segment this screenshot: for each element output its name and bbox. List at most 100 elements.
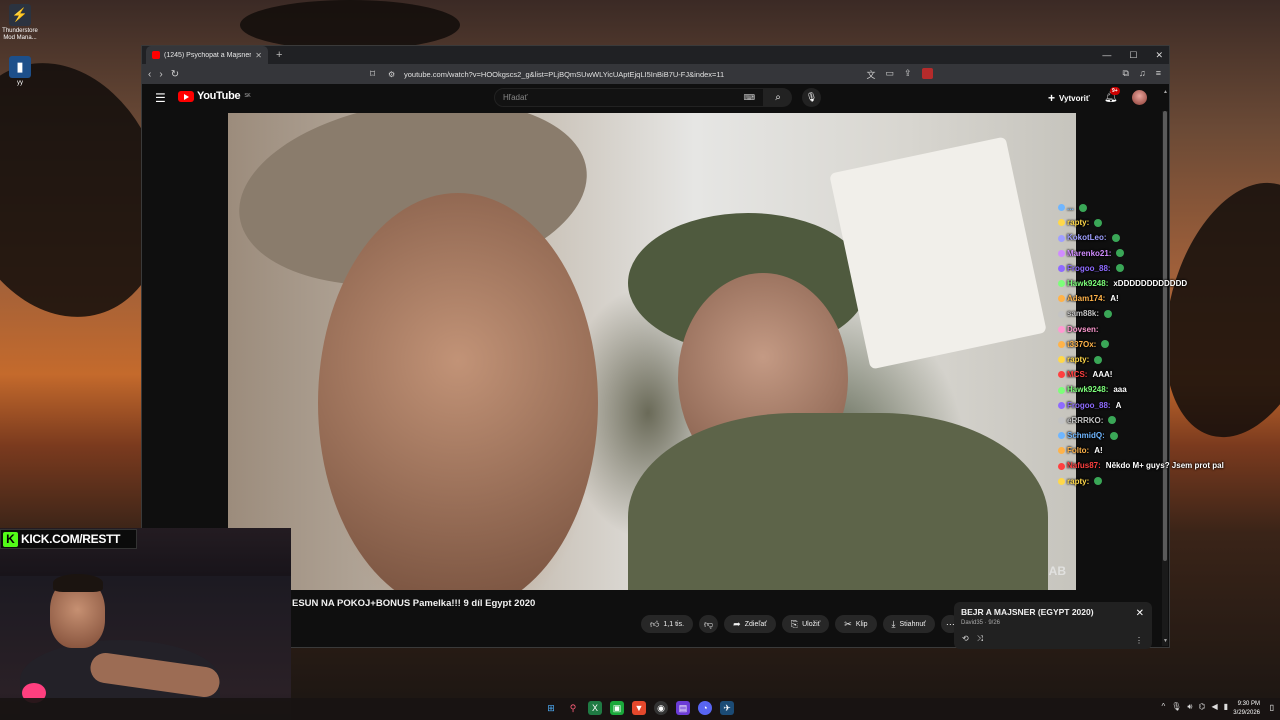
chat-username: SchmidQ: [1067,431,1105,441]
streamer-hair [53,574,103,592]
tab-youtube[interactable]: (1245) Psychopat a Majsner v... ✕ [146,46,268,64]
save-button[interactable]: ⎘ Uložiť [781,615,830,633]
loop-icon[interactable]: ⟲ [962,634,969,644]
chat-message: eRRRKO: [1058,413,1278,428]
avatar[interactable] [1132,90,1147,105]
minimize-icon[interactable]: — [1102,50,1111,60]
like-button[interactable]: 👍︎ 1,1 tis. [641,615,694,633]
chat-username: Frogoo_88: [1067,400,1111,410]
forward-icon[interactable]: › [159,69,162,80]
create-button[interactable]: + Vytvoriť [1048,91,1090,105]
new-tab-button[interactable]: + [276,49,282,61]
scroll-up-icon[interactable]: ▲ [1163,89,1168,95]
shuffle-icon[interactable]: ⤨ [977,634,983,644]
keyboard-icon[interactable]: ⌨ [743,93,755,102]
chevron-up-icon[interactable]: ^ [1161,702,1165,712]
taskbar-apps: ⊞ ⚲ X ▣ ▼ ◉ ▤ ◔ ✈ [544,701,734,715]
chat-message: Frogoo_88: [1058,261,1278,276]
translate-icon[interactable]: 文 [866,68,875,81]
chat-badge-icon [1058,310,1065,318]
playlist-controls: ⟲ ⤨ [962,634,983,644]
chat-badge-icon [1058,371,1065,379]
obs-icon[interactable]: ◉ [654,701,668,715]
extensions-icon[interactable]: ⧉ [1123,68,1129,81]
excel-icon[interactable]: X [588,701,602,715]
chat-emote-icon [1101,340,1110,349]
chat-emote-icon [1115,264,1124,273]
notifications-button[interactable]: 🔔︎ 9+ [1104,87,1120,103]
search-input[interactable]: Hľadať ⌨ [494,88,764,107]
download-button[interactable]: ⤓ Stiahnuť [882,615,935,633]
chat-username: Folto: [1067,446,1090,456]
site-info-icon[interactable]: ⚙ [388,70,395,79]
chat-badge-icon [1058,325,1065,333]
browser-menu-icon[interactable]: ≡ [1156,68,1161,81]
chat-badge-icon [1058,477,1065,485]
video-player[interactable]: AB [228,113,1076,590]
window-controls: — ☐ ✕ [1102,46,1163,64]
reload-icon[interactable]: ↻ [171,69,179,80]
scroll-down-icon[interactable]: ▼ [1163,638,1168,644]
app-purple-icon[interactable]: ▤ [676,701,690,715]
playlist-panel[interactable]: BEJR A MAJSNER (EGYPT 2020) David35 · 9/… [954,602,1152,649]
speaker-icon[interactable]: 🔊︎ [1187,702,1192,712]
create-label: Vytvoriť [1059,93,1090,103]
bookmark-save-icon: ⎘ [790,618,799,629]
stream-chat-overlay: ... rapty: KokotLeo: Marenko21: Frogoo_88: Ha… [1058,200,1278,489]
chat-text: Někdo M+ guys? Jsem prot pal [1105,461,1224,471]
search-button[interactable]: ⌕ [764,88,792,107]
close-icon[interactable]: ✕ [1136,608,1144,619]
volume-icon[interactable]: ◀ [1211,702,1217,712]
desktop-icon-thunderstore[interactable]: ⚡ Thunderstore Mod Mana... [0,4,40,42]
share-page-icon[interactable]: ⇪ [904,68,912,81]
chat-username: Frogoo_88: [1067,263,1111,273]
pin-icon[interactable]: ⚲ [566,701,580,715]
back-icon[interactable]: ‹ [148,69,151,80]
chat-message: Hawk9248: aaa [1058,382,1278,397]
clock[interactable]: 9:30 PM 3/29/2026 [1233,700,1260,718]
url-field[interactable]: youtube.com/watch?v=HOOkgscs2_g&list=PLj… [404,70,724,79]
greenscreen-app-icon[interactable]: ▣ [610,701,624,715]
close-tab-icon[interactable]: ✕ [255,51,262,60]
media-icon[interactable]: ♫ [1139,68,1146,81]
palm-silhouette [240,0,460,50]
battery-icon[interactable]: ▮ [1224,702,1228,712]
download-icon: ⤓ [891,618,896,629]
download-label: Stiahnuť [899,620,926,628]
youtube-play-icon [178,90,194,102]
video-frame-figure [318,193,598,590]
clip-button[interactable]: ✂ Klip [835,615,877,633]
plus-icon: + [1048,91,1056,105]
desktop-icon-app[interactable]: ▮ yy [0,56,40,87]
dislike-button[interactable]: 👎︎ [699,615,719,633]
bookmark-icon[interactable]: ⌑ [370,69,375,80]
brave-icon[interactable]: ▼ [632,701,646,715]
chat-username: sam88k: [1067,309,1100,319]
chat-badge-icon [1058,462,1065,470]
chat-username: t337Ox: [1067,339,1097,349]
steam-icon[interactable]: ✈ [720,701,734,715]
chat-message: Nafus87: Někdo M+ guys? Jsem prot pal [1058,458,1278,473]
browser-window: (1245) Psychopat a Majsner v... ✕ + — ☐ … [141,45,1170,649]
chat-emote-icon [1111,234,1120,242]
youtube-logo[interactable]: YouTube SK [178,90,251,102]
notification-center-icon[interactable]: ▯ [1270,703,1274,712]
network-icon[interactable]: ⌬ [1198,702,1205,712]
mic-tray-icon[interactable]: 🎙︎ [1171,702,1181,712]
close-window-icon[interactable]: ✕ [1155,50,1163,61]
reader-icon[interactable]: ▭ [885,68,894,81]
chat-username: Hawk9248: [1067,279,1109,289]
share-label: Zdieľať [744,620,767,628]
playlist-more-icon[interactable]: ⋮ [1135,636,1143,645]
chat-username: Nafus87: [1067,461,1101,471]
discord-icon[interactable]: ◔ [698,701,712,715]
share-button[interactable]: ➦ Zdieľať [724,615,776,633]
start-icon[interactable]: ⊞ [544,701,558,715]
voice-search-button[interactable]: 🎙︎ [802,88,821,107]
chat-message: rapty: [1058,474,1278,489]
thumbs-up-icon: 👍︎ [650,618,660,629]
maximize-icon[interactable]: ☐ [1129,50,1137,61]
hamburger-menu-icon[interactable]: ☰ [155,91,166,105]
system-tray: ^ 🎙︎ 🔊︎ ⌬ ◀ ▮ [1161,702,1228,712]
extension-icon[interactable] [921,67,933,79]
